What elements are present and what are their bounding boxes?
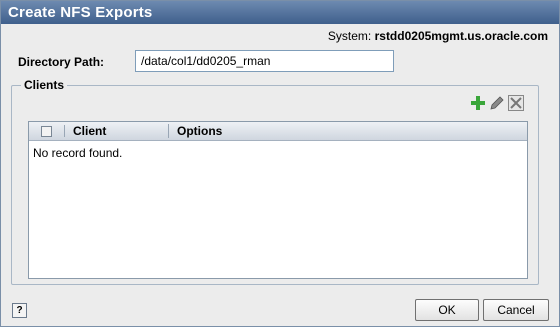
clients-toolbar [470, 95, 524, 111]
select-all-checkbox[interactable] [41, 125, 52, 137]
delete-x-icon[interactable] [508, 95, 524, 111]
system-label: System: [327, 29, 372, 43]
edit-pencil-icon[interactable] [489, 95, 505, 111]
help-button[interactable]: ? [12, 303, 27, 318]
clients-table: Client Options No record found. [28, 121, 528, 279]
system-value: rstdd0205mgmt.us.oracle.com [374, 29, 548, 43]
cancel-button[interactable]: Cancel [483, 299, 549, 321]
directory-path-input[interactable] [135, 50, 394, 72]
ok-button[interactable]: OK [415, 299, 479, 321]
create-nfs-exports-dialog: Create NFS Exports System: rstdd0205mgmt… [0, 0, 560, 327]
clients-legend: Clients [21, 78, 68, 92]
table-header: Client Options [29, 122, 527, 141]
column-options[interactable]: Options [169, 124, 222, 138]
directory-path-label: Directory Path: [18, 55, 105, 69]
system-info: System: rstdd0205mgmt.us.oracle.com [328, 29, 548, 43]
column-client[interactable]: Client [65, 124, 169, 138]
empty-message: No record found. [33, 146, 123, 160]
dialog-title: Create NFS Exports [1, 1, 559, 24]
select-all-column [29, 125, 65, 137]
add-icon[interactable] [470, 95, 486, 111]
